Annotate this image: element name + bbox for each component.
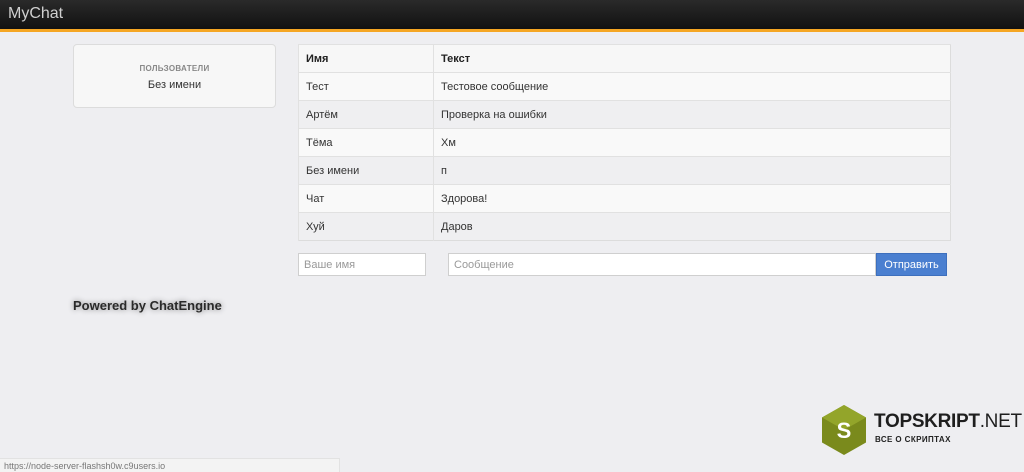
topskript-watermark: S TOPSKRIPT.NET ВСЕ О СКРИПТАХ [818, 404, 1022, 456]
message-author: Тест [298, 72, 434, 101]
message-text: Тестовое сообщение [433, 72, 951, 101]
browser-status-bar: https://node-server-flashsh0w.c9users.io [0, 458, 340, 472]
topskript-logo-icon: S [822, 405, 866, 455]
message-author: Без имени [298, 156, 434, 185]
users-panel-title: ПОЛЬЗОВАТЕЛИ [139, 64, 210, 73]
name-input[interactable] [298, 253, 426, 276]
column-header-name: Имя [298, 44, 434, 73]
table-row: Тест Тестовое сообщение [298, 72, 951, 101]
users-panel: ПОЛЬЗОВАТЕЛИ Без имени [73, 44, 276, 108]
message-text: Даров [433, 212, 951, 241]
top-navbar: MyChat [0, 0, 1024, 32]
table-header-row: Имя Текст [298, 44, 951, 73]
message-text: Проверка на ошибки [433, 100, 951, 129]
users-list: Без имени [74, 78, 275, 92]
app-brand[interactable]: MyChat [8, 5, 63, 23]
message-text: п [433, 156, 951, 185]
message-author: Хуй [298, 212, 434, 241]
column-header-text: Текст [433, 44, 951, 73]
table-row: Хуй Даров [298, 212, 951, 241]
watermark-title: TOPSKRIPT.NET [874, 411, 1022, 432]
user-item: Без имени [147, 79, 202, 91]
table-row: Без имени п [298, 156, 951, 185]
message-author: Артём [298, 100, 434, 129]
powered-by-text: Powered by ChatEngine [73, 298, 222, 313]
send-button[interactable]: Отправить [876, 253, 947, 276]
table-row: Артём Проверка на ошибки [298, 100, 951, 129]
message-text: Хм [433, 128, 951, 157]
watermark-subtitle: ВСЕ О СКРИПТАХ [875, 435, 951, 444]
message-author: Чат [298, 184, 434, 213]
table-row: Тёма Хм [298, 128, 951, 157]
logo-letter: S [837, 418, 852, 443]
table-row: Чат Здорова! [298, 184, 951, 213]
message-text: Здорова! [433, 184, 951, 213]
messages-table: Имя Текст Тест Тестовое сообщение Артём … [298, 44, 951, 241]
message-author: Тёма [298, 128, 434, 157]
message-input[interactable] [448, 253, 876, 276]
